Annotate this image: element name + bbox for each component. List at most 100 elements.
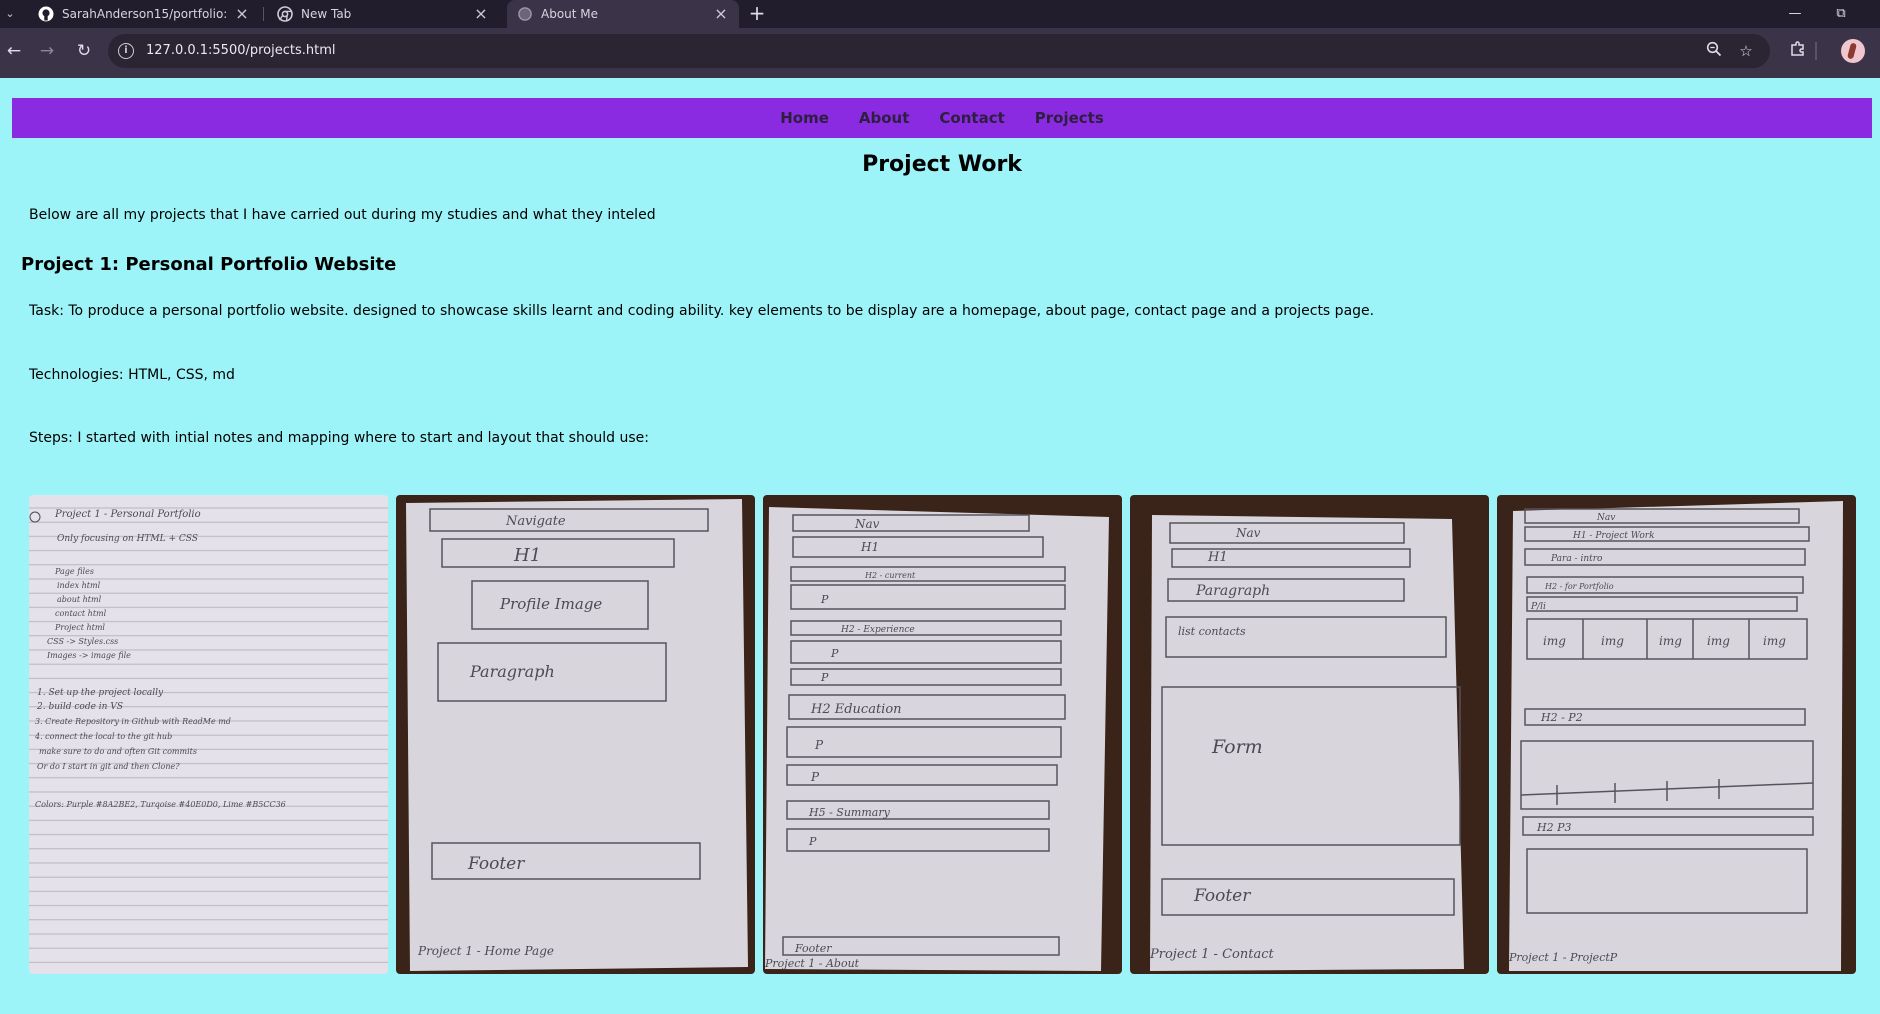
svg-text:H1: H1 bbox=[860, 540, 879, 554]
svg-text:Paragraph: Paragraph bbox=[1195, 583, 1270, 599]
tab-label: SarahAnderson15/portfolio: Pr bbox=[62, 7, 232, 21]
svg-text:P: P bbox=[830, 647, 839, 660]
svg-text:Para - intro: Para - intro bbox=[1550, 554, 1603, 564]
site-navigation: Home About Contact Projects bbox=[12, 98, 1872, 138]
zoom-icon[interactable] bbox=[1704, 41, 1724, 61]
tab-label: New Tab bbox=[301, 7, 352, 21]
close-window-icon[interactable] bbox=[1864, 0, 1880, 28]
close-icon[interactable]: × bbox=[232, 4, 252, 24]
svg-text:H2 P3: H2 P3 bbox=[1536, 821, 1572, 834]
tab-about-me[interactable]: About Me × bbox=[507, 0, 739, 28]
nav-link-projects[interactable]: Projects bbox=[1035, 109, 1104, 127]
svg-text:img: img bbox=[1543, 634, 1566, 648]
svg-text:contact html: contact html bbox=[55, 609, 107, 618]
nav-link-contact[interactable]: Contact bbox=[939, 109, 1004, 127]
contact-wireframe-image: Nav H1 Paragraph list contacts Form Foot… bbox=[1130, 495, 1489, 974]
back-icon[interactable]: ← bbox=[0, 37, 28, 65]
project-heading: Project 1: Personal Portfolio Website bbox=[21, 254, 397, 275]
svg-text:Page files: Page files bbox=[54, 567, 94, 576]
svg-text:Footer: Footer bbox=[794, 942, 832, 955]
svg-text:CSS -> Styles.css: CSS -> Styles.css bbox=[47, 637, 118, 646]
technologies-paragraph: Technologies: HTML, CSS, md bbox=[29, 367, 235, 383]
address-bar[interactable]: i 127.0.0.1:5500/projects.html ☆ bbox=[108, 34, 1770, 68]
svg-text:H2 Education: H2 Education bbox=[810, 702, 902, 717]
svg-text:P: P bbox=[820, 593, 829, 606]
svg-text:Images -> image file: Images -> image file bbox=[46, 651, 131, 660]
avatar[interactable] bbox=[1841, 39, 1865, 63]
tab-strip: ⌄ SarahAnderson15/portfolio: Pr × New Ta… bbox=[0, 0, 1880, 28]
task-paragraph: Task: To produce a personal portfolio we… bbox=[29, 303, 1375, 319]
tab-search-chevron-icon[interactable]: ⌄ bbox=[2, 4, 18, 24]
svg-text:Nav: Nav bbox=[1235, 526, 1261, 540]
toolbar-divider bbox=[1815, 42, 1817, 60]
projects-wireframe-image: Nav H1 - Project Work Para - intro H2 - … bbox=[1497, 495, 1856, 974]
nav-link-about[interactable]: About bbox=[859, 109, 910, 127]
github-icon bbox=[38, 6, 54, 22]
svg-text:Paragraph: Paragraph bbox=[469, 662, 555, 681]
svg-text:P: P bbox=[814, 738, 824, 752]
notes-sketch-image: Project 1 - Personal Portfolio Only focu… bbox=[29, 495, 388, 974]
forward-icon[interactable]: → bbox=[33, 37, 61, 65]
toolbar-edge bbox=[0, 74, 1880, 78]
reload-icon[interactable]: ↻ bbox=[70, 37, 98, 65]
svg-text:img: img bbox=[1707, 634, 1730, 648]
minimize-icon[interactable]: — bbox=[1772, 0, 1818, 28]
chrome-icon bbox=[277, 6, 293, 22]
svg-text:make sure to do and often Git: make sure to do and often Git commits bbox=[39, 747, 197, 756]
svg-text:H2 - for Portfolio: H2 - for Portfolio bbox=[1544, 582, 1614, 591]
svg-text:P/li: P/li bbox=[1530, 602, 1546, 612]
tab-label: About Me bbox=[541, 7, 599, 21]
svg-text:P: P bbox=[808, 835, 817, 848]
svg-text:img: img bbox=[1659, 634, 1682, 648]
svg-text:Profile Image: Profile Image bbox=[499, 595, 602, 613]
notes-focus: Only focusing on HTML + CSS bbox=[57, 534, 198, 544]
projects-wireframe-drawing: Nav H1 - Project Work Para - intro H2 - … bbox=[1497, 495, 1856, 974]
svg-text:img: img bbox=[1601, 634, 1624, 648]
close-icon[interactable]: × bbox=[711, 4, 731, 24]
svg-text:H2 - P2: H2 - P2 bbox=[1540, 711, 1583, 724]
svg-text:P: P bbox=[820, 671, 829, 684]
tab-divider bbox=[263, 7, 264, 21]
svg-text:Footer: Footer bbox=[467, 854, 525, 874]
tab-new-tab[interactable]: New Tab × bbox=[267, 0, 499, 28]
notes-title: Project 1 - Personal Portfolio bbox=[54, 509, 201, 520]
restore-icon[interactable]: ⧉ bbox=[1818, 0, 1864, 28]
svg-text:Nav: Nav bbox=[854, 517, 880, 531]
new-tab-button[interactable]: + bbox=[745, 0, 769, 28]
svg-text:about html: about html bbox=[57, 595, 102, 604]
contact-wireframe-drawing: Nav H1 Paragraph list contacts Form Foot… bbox=[1130, 495, 1489, 974]
svg-text:Project 1 - Home Page: Project 1 - Home Page bbox=[417, 944, 554, 958]
svg-text:H2 - Experience: H2 - Experience bbox=[840, 625, 915, 635]
svg-text:2. build code in VS: 2. build code in VS bbox=[36, 702, 123, 712]
intro-paragraph: Below are all my projects that I have ca… bbox=[29, 207, 656, 223]
notes-sketch-drawing: Project 1 - Personal Portfolio Only focu… bbox=[29, 495, 388, 974]
sketch-gallery: Project 1 - Personal Portfolio Only focu… bbox=[29, 495, 1857, 974]
svg-text:Project 1 - Contact: Project 1 - Contact bbox=[1149, 947, 1274, 962]
page-title: Project Work bbox=[862, 152, 1022, 177]
extensions-icon[interactable] bbox=[1787, 40, 1809, 62]
svg-text:1. Set up the project locally: 1. Set up the project locally bbox=[37, 688, 164, 698]
url-text[interactable]: 127.0.0.1:5500/projects.html bbox=[146, 34, 336, 68]
close-icon[interactable]: × bbox=[471, 4, 491, 24]
svg-text:Or do I start in git and then: Or do I start in git and then Clone? bbox=[37, 762, 180, 771]
svg-text:Project 1 - ProjectP: Project 1 - ProjectP bbox=[1508, 951, 1618, 964]
svg-text:4. connect the local to the gi: 4. connect the local to the git hub bbox=[34, 732, 172, 741]
svg-text:Colors: Purple #8A2BE2, Turqoi: Colors: Purple #8A2BE2, Turqoise #40E0D0… bbox=[35, 800, 286, 809]
svg-text:Form: Form bbox=[1211, 736, 1263, 758]
svg-text:Nav: Nav bbox=[1596, 513, 1615, 523]
svg-text:list contacts: list contacts bbox=[1178, 625, 1246, 638]
svg-text:P: P bbox=[810, 770, 820, 784]
tab-github[interactable]: SarahAnderson15/portfolio: Pr × bbox=[28, 0, 260, 28]
svg-text:3. Create Repository in Github: 3. Create Repository in Github with Read… bbox=[35, 717, 231, 726]
svg-text:H5 - Summary: H5 - Summary bbox=[808, 806, 891, 819]
bookmark-star-icon[interactable]: ☆ bbox=[1736, 41, 1756, 61]
site-info-icon[interactable]: i bbox=[118, 43, 134, 59]
nav-link-home[interactable]: Home bbox=[780, 109, 829, 127]
svg-text:Navigate: Navigate bbox=[505, 514, 566, 529]
svg-text:H1: H1 bbox=[1207, 550, 1228, 565]
svg-text:img: img bbox=[1763, 634, 1786, 648]
about-wireframe-drawing: Nav H1 H2 - current P H2 - Experience P … bbox=[763, 495, 1122, 974]
svg-text:Project html: Project html bbox=[54, 623, 105, 632]
svg-text:index html: index html bbox=[57, 581, 101, 590]
home-wireframe-drawing: Navigate H1 Profile Image Paragraph Foot… bbox=[396, 495, 755, 974]
